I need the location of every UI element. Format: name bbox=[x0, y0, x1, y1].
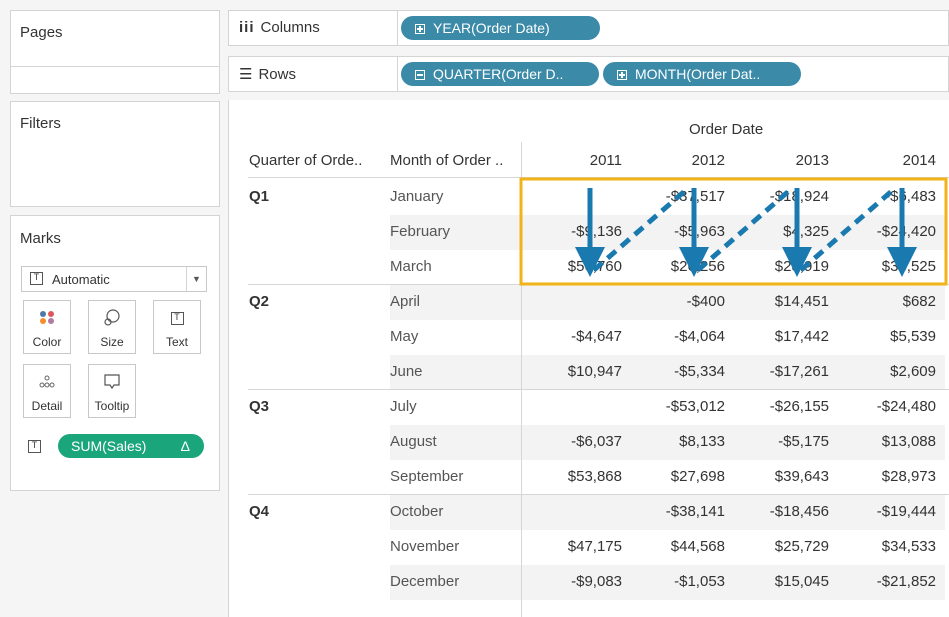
annotation-overlay bbox=[519, 177, 948, 286]
highlight-box bbox=[519, 177, 948, 286]
dashed-diagonal-1 bbox=[592, 188, 688, 272]
dashed-diagonal-2 bbox=[696, 188, 792, 272]
dashed-diagonal-3 bbox=[799, 188, 895, 272]
